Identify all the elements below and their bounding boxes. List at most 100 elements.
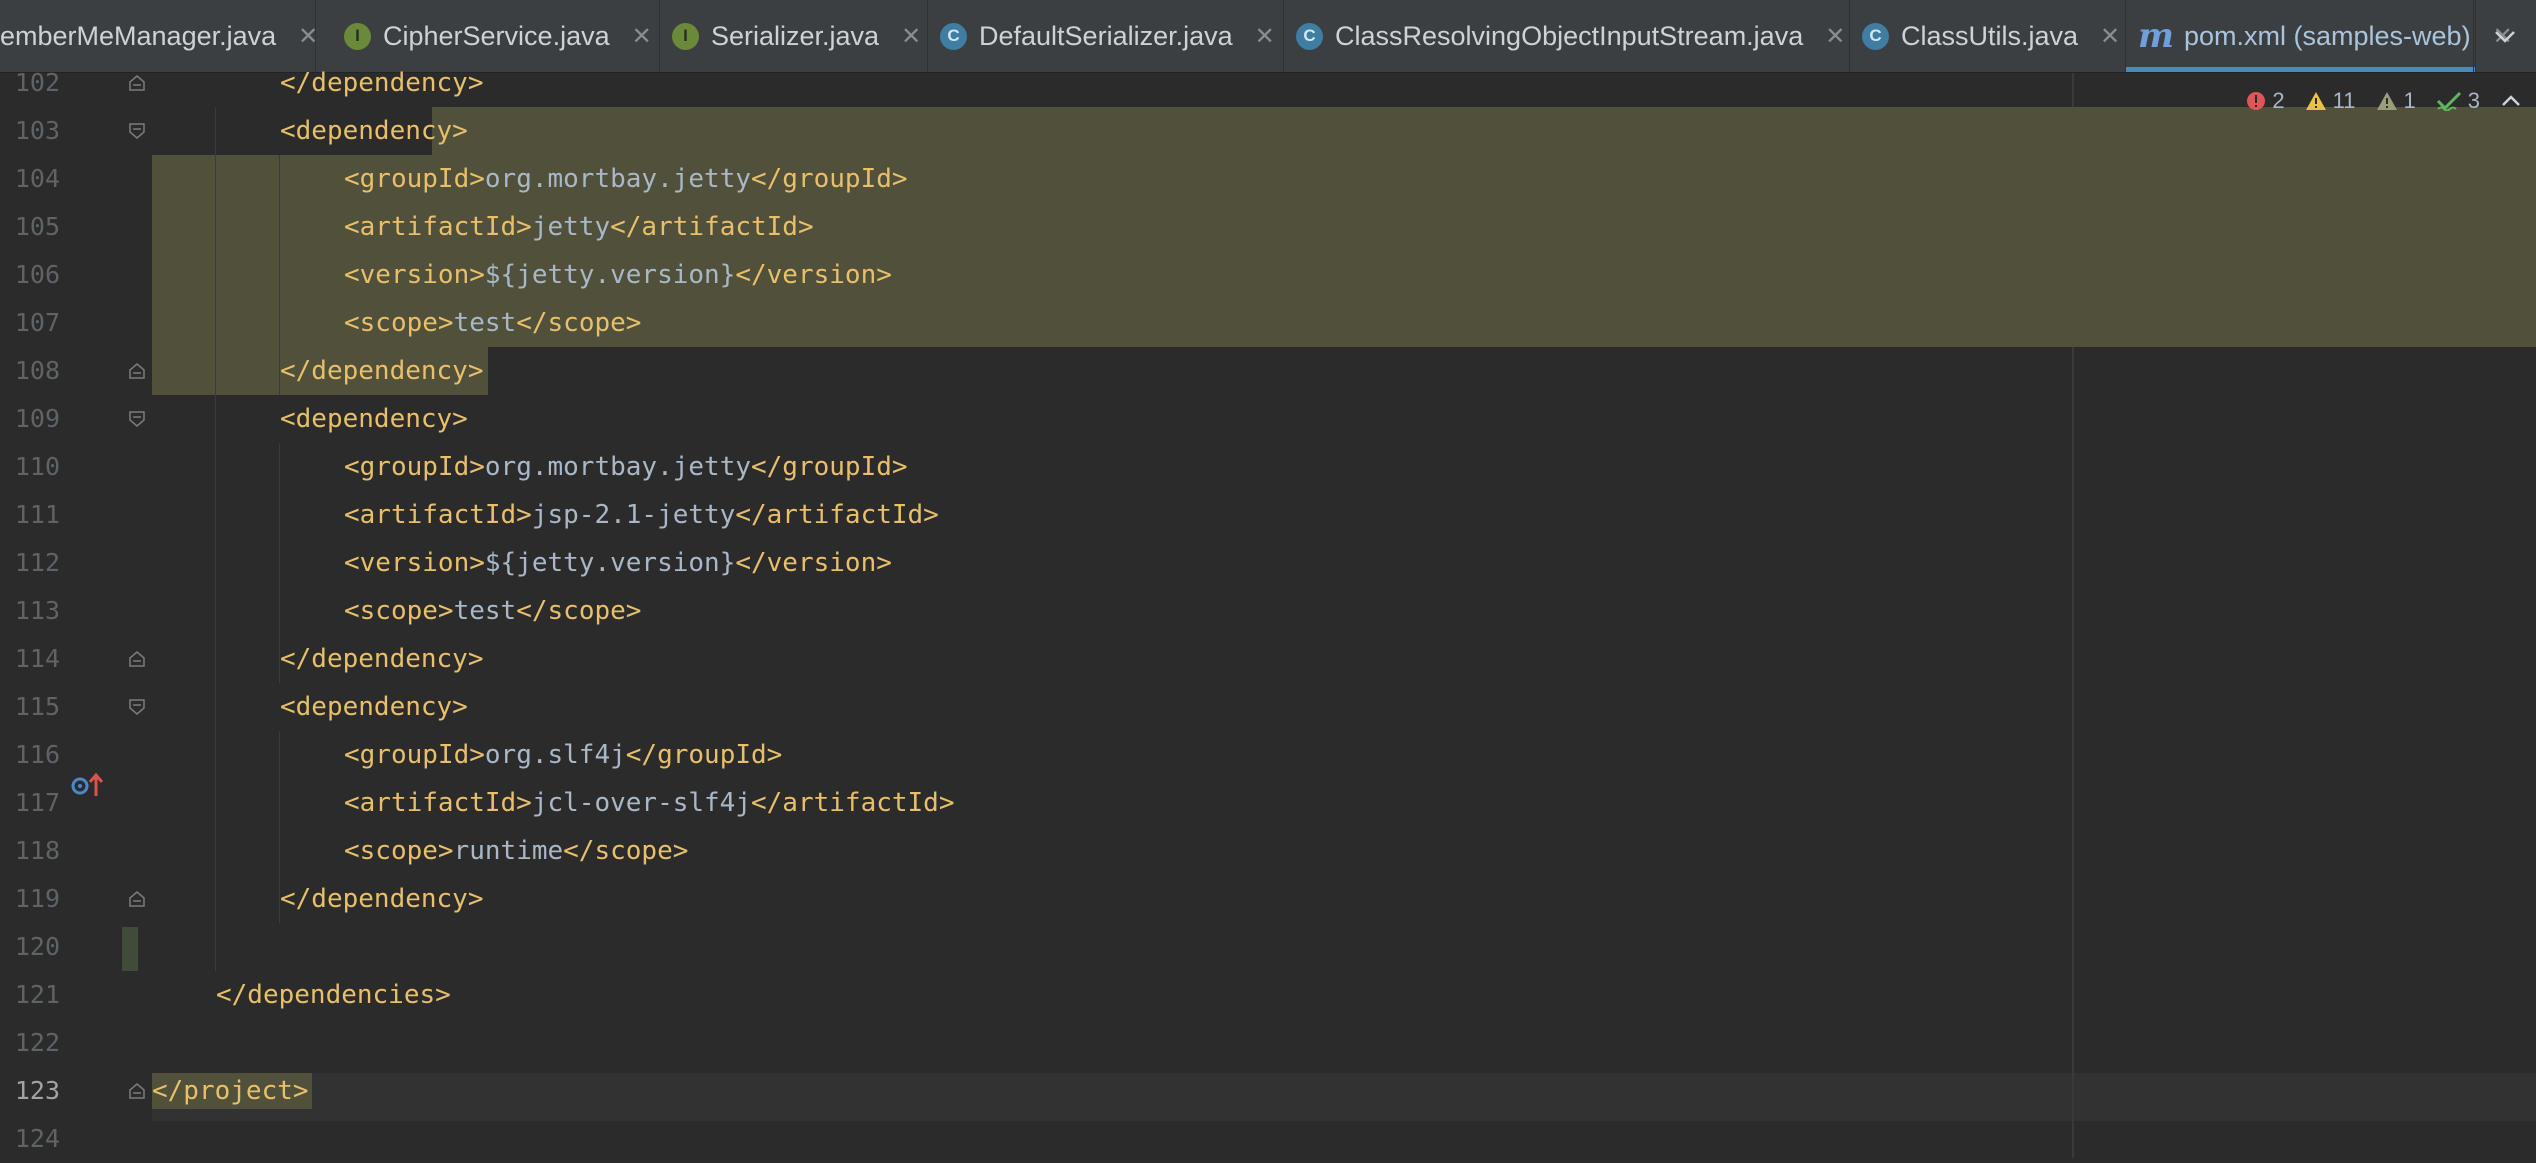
interface-icon: I [672,22,699,50]
weak-warning-icon [2376,92,2397,110]
chevron-down-icon [2495,31,2515,43]
tab-label: emberMeManager.java [0,20,277,51]
code-editor[interactable]: 102 103 104 105 106 107 108 109 110 111 112 113 114 1… [0,68,2536,1158]
fold-icon[interactable] [128,74,146,92]
line-number: 118 [14,836,60,865]
close-icon[interactable]: ✕ [298,22,318,51]
code-line[interactable]: <scope>test</scope> [152,587,2536,635]
code-line[interactable]: <version>${jetty.version}</version> [152,539,2536,587]
line-number: 109 [14,404,60,433]
code-line[interactable]: <groupId>org.slf4j</groupId> [152,731,2536,779]
code-line[interactable]: </dependency> [152,875,2536,923]
inspections-widget[interactable]: 2 11 1 3 [2236,85,2536,117]
xml-tag: <artifactId> [344,500,532,530]
line-number-gutter: 102 103 104 105 106 107 108 109 110 111 112 113 114 1… [0,68,70,1158]
code-line[interactable]: </dependency> [152,347,2536,395]
fold-icon[interactable] [128,410,146,428]
typo-count[interactable]: 3 [2436,88,2480,114]
tab-label: CipherService.java [383,20,610,51]
weak-warning-count[interactable]: 1 [2376,88,2416,114]
line-number: 112 [14,548,60,577]
code-line[interactable] [152,923,2536,971]
fold-icon[interactable] [128,650,146,668]
line-number: 115 [14,692,60,721]
tab-label: DefaultSerializer.java [979,20,1233,51]
code-line[interactable]: <artifactId>jetty</artifactId> [152,203,2536,251]
code-line[interactable] [152,1115,2536,1163]
xml-text: jcl-over-slf4j [531,788,751,818]
class-icon: C [1862,22,1889,50]
code-line[interactable]: <version>${jetty.version}</version> [152,251,2536,299]
code-line[interactable]: <artifactId>jcl-over-slf4j</artifactId> [152,779,2536,827]
xml-tag: <artifactId> [344,788,532,818]
code-line[interactable]: <scope>test</scope> [152,299,2536,347]
close-icon[interactable]: ✕ [632,22,652,51]
line-number: 114 [14,644,60,673]
code-area[interactable]: </dependency> <dependency> <groupId>org.mo… [152,68,2536,1158]
line-number: 103 [14,116,60,145]
error-icon [2247,92,2266,110]
xml-tag: </artifactId> [751,788,955,818]
xml-tag: <artifactId> [344,212,532,242]
line-number: 110 [14,452,60,481]
class-icon: C [1296,22,1323,50]
tab-label: pom.xml (samples-web) [2184,20,2471,51]
xml-tag: </version> [735,260,892,290]
xml-tag: </groupId> [751,452,908,482]
code-line[interactable]: </dependencies> [152,971,2536,1019]
code-line[interactable]: <dependency> [152,107,2536,155]
changed-line-marker[interactable] [122,927,138,971]
code-line[interactable]: </project> [152,1067,2536,1115]
typo-check-icon [2436,91,2461,111]
xml-tag: <version> [344,548,485,578]
line-number: 117 [14,788,60,817]
xml-tag: <groupId> [344,164,485,194]
code-line[interactable]: </dependency> [152,59,2536,107]
collapse-inspections-button[interactable] [2500,91,2522,111]
line-number: 122 [14,1028,60,1057]
xml-tag: </dependency> [280,356,484,386]
line-number: 105 [14,212,60,241]
code-line[interactable]: <groupId>org.mortbay.jetty</groupId> [152,155,2536,203]
line-number: 120 [14,932,60,961]
xml-text: jetty [531,212,611,242]
xml-tag: <groupId> [344,452,485,482]
tab-label: Serializer.java [711,20,880,51]
xml-tag: <scope> [344,308,454,338]
xml-tag: <groupId> [344,740,485,770]
fold-icon[interactable] [128,698,146,716]
close-icon[interactable]: ✕ [2100,22,2120,51]
line-number: 104 [14,164,60,193]
code-line[interactable]: </dependency> [152,635,2536,683]
close-icon[interactable]: ✕ [901,22,921,51]
code-line[interactable]: <dependency> [152,683,2536,731]
xml-text: org.mortbay.jetty [484,452,751,482]
code-line[interactable] [152,1019,2536,1067]
error-count[interactable]: 2 [2246,88,2285,114]
xml-text: ${jetty.version} [484,548,736,578]
line-number: 121 [14,980,60,1009]
code-line[interactable]: <groupId>org.mortbay.jetty</groupId> [152,443,2536,491]
implemented-marker-icon[interactable] [66,766,110,806]
code-line[interactable]: <scope>runtime</scope> [152,827,2536,875]
fold-icon[interactable] [128,1082,146,1100]
warning-icon [2305,92,2326,110]
line-number: 108 [14,356,60,385]
line-number: 113 [14,596,60,625]
warning-count[interactable]: 11 [2305,88,2356,114]
xml-text: jsp-2.1-jetty [531,500,736,530]
chevron-up-icon [2502,95,2520,106]
xml-tag: </dependencies> [216,980,451,1010]
code-line[interactable]: <dependency> [152,395,2536,443]
fold-icon[interactable] [128,362,146,380]
fold-icon[interactable] [128,890,146,908]
line-number: 111 [14,500,60,529]
xml-text: org.slf4j [484,740,626,770]
code-line[interactable]: <artifactId>jsp-2.1-jetty</artifactId> [152,491,2536,539]
line-number: 119 [14,884,60,913]
fold-icon[interactable] [128,122,146,140]
close-icon[interactable]: ✕ [1255,22,1275,51]
xml-text: test [453,596,517,626]
xml-tag: </version> [735,548,892,578]
close-icon[interactable]: ✕ [1825,22,1845,51]
